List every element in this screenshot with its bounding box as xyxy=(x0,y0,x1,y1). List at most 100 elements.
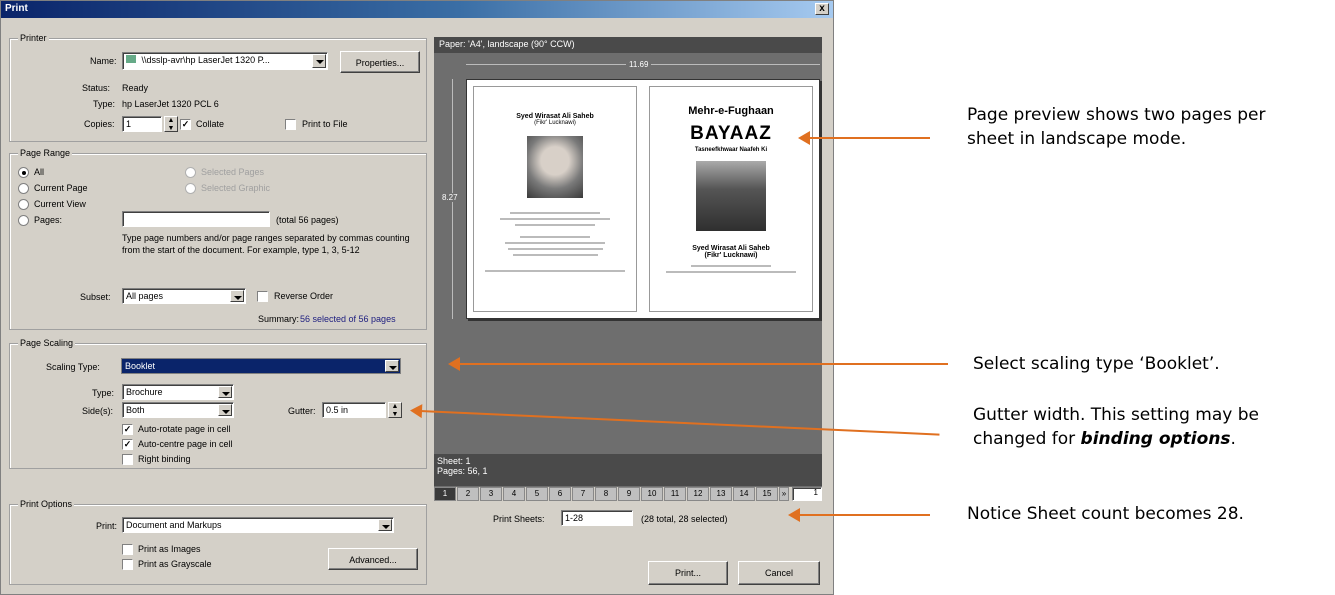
auto-centre-checkbox[interactable]: ✓ xyxy=(122,439,133,450)
sides-select[interactable]: Both xyxy=(122,402,234,418)
collate-label: Collate xyxy=(196,119,225,129)
print-options-group-label: Print Options xyxy=(18,499,75,509)
print-sheets-input[interactable]: 1-28 xyxy=(561,510,633,526)
annotation-gutter-suffix: . xyxy=(1230,429,1236,449)
collate-checkbox[interactable]: ✓ xyxy=(180,119,191,130)
auto-rotate-label: Auto-rotate page in cell xyxy=(138,424,231,434)
page-number-button[interactable]: 1 xyxy=(434,487,456,501)
page-number-button[interactable]: 3 xyxy=(480,487,502,501)
annotation-arrow-sheets xyxy=(788,508,930,522)
next-page-button[interactable]: » xyxy=(779,487,789,501)
gutter-input[interactable]: 0.5 in xyxy=(322,402,386,418)
right-page-line1: Mehr-e-Fughaan xyxy=(688,105,774,117)
status-value: Ready xyxy=(122,83,149,93)
print-as-grayscale-label: Print as Grayscale xyxy=(138,559,212,569)
height-ruler-label: 8.27 xyxy=(442,193,458,202)
window-title: Print xyxy=(5,3,28,14)
page-number-button[interactable]: 7 xyxy=(572,487,594,501)
page-number-button[interactable]: 8 xyxy=(595,487,617,501)
page-number-button[interactable]: 12 xyxy=(687,487,709,501)
print-sheets-label: Print Sheets: xyxy=(493,514,545,524)
print-value: Document and Markups xyxy=(126,520,222,530)
range-current-page-label: Current Page xyxy=(34,183,88,193)
page-number-button[interactable]: 15 xyxy=(756,487,778,501)
text-line xyxy=(500,218,610,220)
print-as-images-label: Print as Images xyxy=(138,544,201,554)
page-range-group: Page Range All Current Page Current View… xyxy=(9,148,427,330)
range-selected-pages-label: Selected Pages xyxy=(201,167,265,177)
right-binding-label: Right binding xyxy=(138,454,191,464)
sheet-info: Sheet: 1 Pages: 56, 1 xyxy=(434,454,822,486)
close-button[interactable]: x xyxy=(815,3,829,15)
scaling-type-select[interactable]: Booklet xyxy=(121,358,401,374)
range-all-radio[interactable] xyxy=(18,167,29,178)
print-to-file-checkbox[interactable] xyxy=(285,119,296,130)
page-number-button[interactable]: 11 xyxy=(664,487,686,501)
print-button[interactable]: Print... xyxy=(648,561,728,585)
cancel-button[interactable]: Cancel xyxy=(738,561,820,585)
text-line xyxy=(520,236,590,238)
print-to-file-label: Print to File xyxy=(302,119,348,129)
page-navigator: 1 2 3 4 5 6 7 8 9 10 11 12 13 14 15 » 1 xyxy=(434,487,834,501)
pages-input[interactable] xyxy=(122,211,270,227)
right-binding-checkbox[interactable] xyxy=(122,454,133,465)
current-page-input[interactable]: 1 xyxy=(792,487,822,501)
printer-name-select[interactable]: \\dsslp-avr\hp LaserJet 1320 P... xyxy=(122,52,328,70)
print-as-grayscale-checkbox[interactable] xyxy=(122,559,133,570)
copies-label: Copies: xyxy=(84,119,115,129)
preview-page-left: Syed Wirasat Ali Saheb (Fikr' Lucknawi) xyxy=(473,86,637,312)
copies-stepper[interactable]: ▲ ▼ xyxy=(164,116,178,132)
chevron-down-icon xyxy=(378,519,392,531)
range-selected-graphic-label: Selected Graphic xyxy=(201,183,271,193)
type-value: hp LaserJet 1320 PCL 6 xyxy=(122,99,219,109)
auto-centre-label: Auto-centre page in cell xyxy=(138,439,233,449)
page-number-button[interactable]: 13 xyxy=(710,487,732,501)
page-number-button[interactable]: 14 xyxy=(733,487,755,501)
annotation-arrow-scaling xyxy=(448,357,948,371)
page-number-button[interactable]: 2 xyxy=(457,487,479,501)
advanced-button[interactable]: Advanced... xyxy=(328,548,418,570)
range-pages-label: Pages: xyxy=(34,215,63,225)
range-current-view-radio[interactable] xyxy=(18,199,29,210)
range-current-page-radio[interactable] xyxy=(18,183,29,194)
page-number-button[interactable]: 10 xyxy=(641,487,663,501)
reverse-order-label: Reverse Order xyxy=(274,291,334,301)
chevron-down-icon xyxy=(312,54,326,68)
annotation-gutter: Gutter width. This setting may be change… xyxy=(973,403,1333,451)
page-number-button[interactable]: 5 xyxy=(526,487,548,501)
text-line xyxy=(691,265,771,267)
auto-rotate-checkbox[interactable]: ✓ xyxy=(122,424,133,435)
text-line xyxy=(512,254,598,256)
text-line xyxy=(505,242,605,244)
paper-info: Paper: 'A4', landscape (90° CCW) xyxy=(434,37,822,53)
reverse-order-checkbox[interactable] xyxy=(257,291,268,302)
printer-group-label: Printer xyxy=(18,33,49,43)
sides-label: Side(s): xyxy=(82,406,114,416)
summary-label: Summary: xyxy=(258,314,300,324)
copies-input[interactable]: 1 xyxy=(122,116,162,132)
sides-value: Both xyxy=(126,405,145,415)
print-select[interactable]: Document and Markups xyxy=(122,517,394,533)
gutter-stepper[interactable]: ▲ ▼ xyxy=(388,402,402,418)
summary-value: 56 selected of 56 pages xyxy=(300,314,396,324)
printer-group: Printer Name: \\dsslp-avr\hp LaserJet 13… xyxy=(9,33,427,142)
scaling-type-label: Scaling Type: xyxy=(46,362,100,372)
title-bar: Print x xyxy=(1,1,833,18)
subset-select[interactable]: All pages xyxy=(122,288,246,304)
chevron-down-icon xyxy=(218,386,232,398)
printer-name-label: Name: xyxy=(90,56,117,66)
page-range-help-text: Type page numbers and/or page ranges sep… xyxy=(122,233,410,255)
properties-button[interactable]: Properties... xyxy=(340,51,420,73)
text-line xyxy=(515,224,595,226)
page-number-button[interactable]: 4 xyxy=(503,487,525,501)
right-page-line4: Syed Wirasat Ali Saheb xyxy=(692,245,770,252)
page-number-button[interactable]: 9 xyxy=(618,487,640,501)
range-pages-radio[interactable] xyxy=(18,215,29,226)
preview-sheet: Syed Wirasat Ali Saheb (Fikr' Lucknawi) … xyxy=(466,79,820,319)
sheet-number: Sheet: 1 xyxy=(437,456,471,466)
page-range-group-label: Page Range xyxy=(18,148,73,158)
annotation-scaling: Select scaling type ‘Booklet’. xyxy=(973,354,1220,374)
type-select[interactable]: Brochure xyxy=(122,384,234,400)
print-as-images-checkbox[interactable] xyxy=(122,544,133,555)
page-number-button[interactable]: 6 xyxy=(549,487,571,501)
